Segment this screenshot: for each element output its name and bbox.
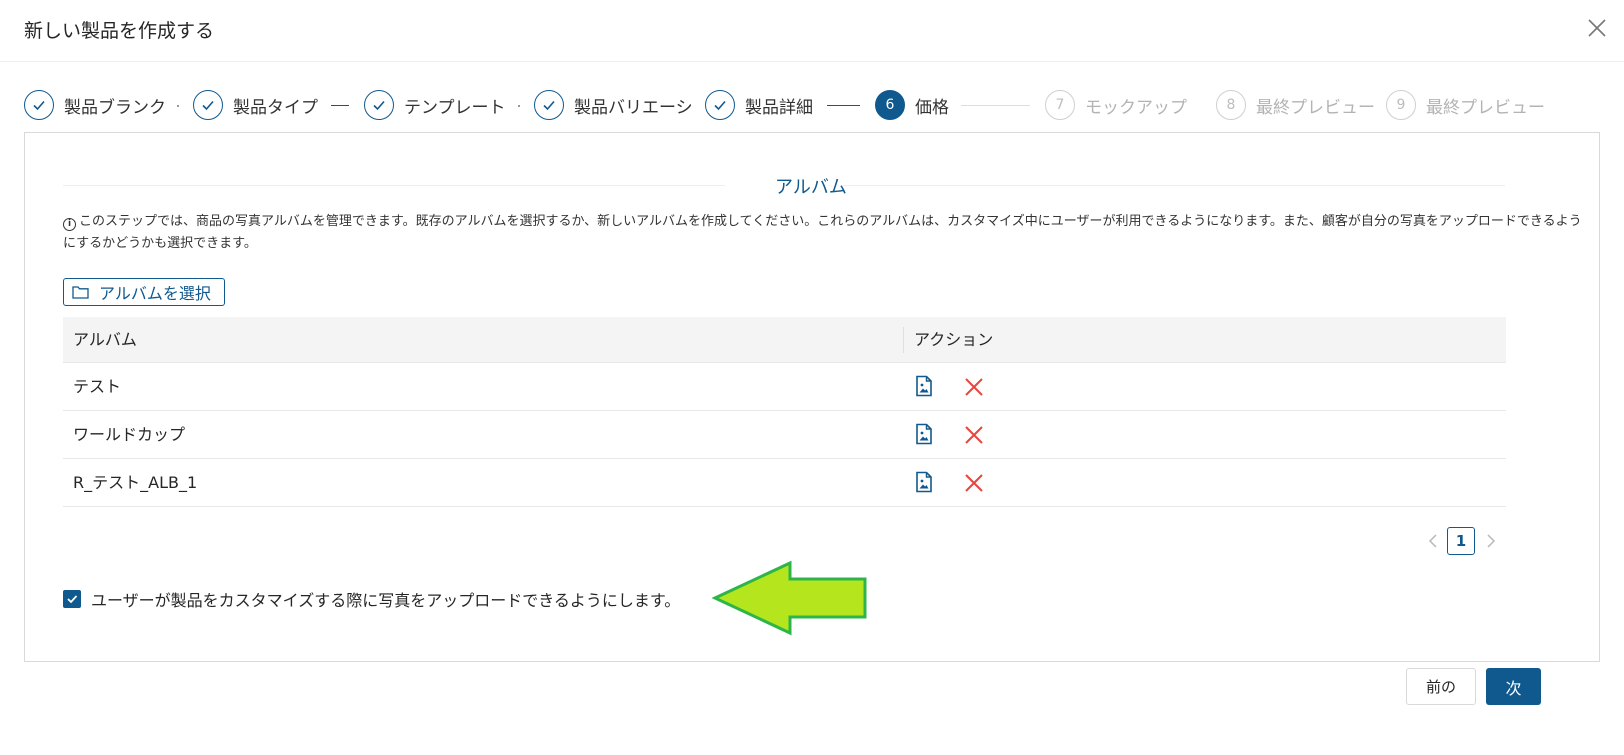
column-header-album: アルバム <box>73 330 137 349</box>
step-final-preview-2[interactable]: 9 最終プレビュー <box>1386 90 1545 120</box>
column-header-action: アクション <box>914 330 994 349</box>
step-title: 価格 <box>915 97 949 118</box>
step-product-blank[interactable]: 製品ブランク <box>24 90 166 120</box>
next-button[interactable]: 次 <box>1486 668 1541 705</box>
divider-right <box>843 185 1505 186</box>
table-row: R_テスト_ALB_1 <box>63 459 1506 507</box>
step-connector <box>331 105 349 106</box>
allow-upload-checkbox[interactable] <box>63 590 81 608</box>
album-table: アルバム アクション テスト ワールドカップ R_テスト_ALB_1 <box>63 317 1506 507</box>
previous-button[interactable]: 前の <box>1406 668 1476 705</box>
step-title: テンプレート <box>404 97 506 118</box>
modal-title: 新しい製品を作成する <box>24 20 215 42</box>
check-icon <box>534 90 564 120</box>
folder-icon <box>72 286 89 299</box>
step-title: 製品バリエーシ <box>574 97 693 118</box>
step-connector <box>961 105 1030 106</box>
steps-bar: 製品ブランク 製品タイプ テンプレート 製品バリエーシ 製品詳細 6 価格 7 … <box>24 90 1624 120</box>
modal-header: 新しい製品を作成する <box>0 0 1624 62</box>
table-header: アルバム アクション <box>63 317 1506 363</box>
check-icon <box>364 90 394 120</box>
step-title: 製品タイプ <box>233 97 318 118</box>
select-album-button[interactable]: アルバムを選択 <box>63 278 225 306</box>
check-icon <box>24 90 54 120</box>
info-text: i このステップでは、商品の写真アルバムを管理できます。既存のアルバムを選択するか… <box>63 211 1588 255</box>
section-title: アルバム <box>775 177 847 198</box>
step-price[interactable]: 6 価格 <box>875 90 949 120</box>
step-connector <box>518 105 520 107</box>
pagination-prev-icon[interactable] <box>1423 527 1443 555</box>
annotation-arrow-icon <box>712 560 867 636</box>
step-template[interactable]: テンプレート <box>364 90 506 120</box>
column-separator <box>903 327 904 353</box>
pagination-page[interactable]: 1 <box>1447 527 1475 555</box>
divider-left <box>63 185 725 186</box>
allow-upload-label[interactable]: ユーザーが製品をカスタマイズする際に写真をアップロードできるようにします。 <box>91 587 680 611</box>
step-title: 最終プレビュー <box>1256 97 1375 118</box>
step-product-variation[interactable]: 製品バリエーシ <box>534 90 693 120</box>
table-row: テスト <box>63 363 1506 411</box>
image-file-icon[interactable] <box>913 423 935 445</box>
delete-icon[interactable] <box>963 424 985 446</box>
album-name: ワールドカップ <box>73 425 186 444</box>
step-number: 7 <box>1045 90 1075 120</box>
info-icon: i <box>63 218 76 231</box>
select-album-label: アルバムを選択 <box>99 284 211 303</box>
step-title: モックアップ <box>1085 97 1187 118</box>
step-product-type[interactable]: 製品タイプ <box>193 90 318 120</box>
step-connector <box>827 105 860 106</box>
step-product-details[interactable]: 製品詳細 <box>705 90 813 120</box>
pagination-next-icon[interactable] <box>1481 527 1501 555</box>
check-icon <box>193 90 223 120</box>
album-name: R_テスト_ALB_1 <box>73 473 198 492</box>
delete-icon[interactable] <box>963 376 985 398</box>
step-title: 最終プレビュー <box>1426 97 1545 118</box>
image-file-icon[interactable] <box>913 375 935 397</box>
step-title: 製品ブランク <box>64 97 166 118</box>
step-number: 6 <box>875 90 905 120</box>
step-number: 8 <box>1216 90 1246 120</box>
info-message: このステップでは、商品の写真アルバムを管理できます。既存のアルバムを選択するか、… <box>63 214 1582 251</box>
delete-icon[interactable] <box>963 472 985 494</box>
image-file-icon[interactable] <box>913 471 935 493</box>
checkmark-icon <box>67 595 78 604</box>
table-row: ワールドカップ <box>63 411 1506 459</box>
album-name: テスト <box>73 377 122 396</box>
step-final-preview[interactable]: 8 最終プレビュー <box>1216 90 1375 120</box>
step-connector <box>177 105 179 107</box>
step-number: 9 <box>1386 90 1416 120</box>
step-title: 製品詳細 <box>745 97 813 118</box>
step-mockup[interactable]: 7 モックアップ <box>1045 90 1187 120</box>
close-icon[interactable] <box>1586 17 1608 39</box>
check-icon <box>705 90 735 120</box>
